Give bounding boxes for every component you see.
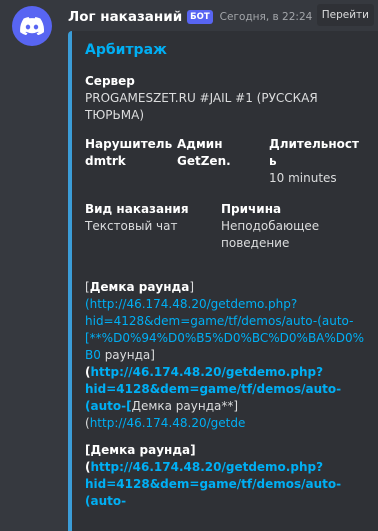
field-violator: Нарушитель dmtrk — [85, 136, 177, 187]
bot-tag: БОТ — [187, 10, 213, 24]
field-reason-value-line2: поведение — [221, 236, 290, 250]
demo-label: Демка раунда — [89, 280, 190, 294]
demo-link[interactable]: http://46.174.48.20/getde — [90, 416, 246, 430]
desc-text: Демка раунда**] — [131, 399, 239, 413]
demo-link[interactable]: hid=4128&dem=game/tf/demos/auto-(auto- — [85, 314, 353, 328]
jump-button[interactable]: Перейти — [316, 4, 374, 26]
desc-line: (http://46.174.48.20/getde — [85, 415, 366, 432]
timestamp: Сегодня, в 22:24 — [219, 11, 313, 23]
desc-line: [Демка раунда] — [85, 442, 366, 459]
field-server-name: Сервер — [85, 74, 135, 88]
desc-link-line[interactable]: (auto- — [85, 493, 366, 510]
desc-line: (http://46.174.48.20/getdemo.php? — [85, 459, 366, 476]
desc-line: B0 раунда] — [85, 347, 366, 364]
field-reason-value-line1: Неподобающее — [221, 219, 320, 233]
fields-row-2: Вид наказания Текстовый чат Причина Непо… — [85, 201, 366, 252]
field-admin-name: Админ — [177, 137, 223, 151]
field-duration-value: 10 minutes — [269, 171, 337, 185]
demo-link[interactable]: http://46.174.48.20/getdemo.php? — [90, 365, 323, 379]
desc-link-line[interactable]: [**%D0%94%D0%B5%D0%BC%D0%BA%D0% — [85, 330, 366, 347]
field-server-value-line2: ТЮРЬМА) — [85, 108, 144, 122]
demo-link[interactable]: (http://46.174.48.20/getdemo.php? — [85, 297, 297, 311]
field-duration: Длительност ь 10 minutes — [269, 136, 359, 187]
embed-description: [Демка раунда] (http://46.174.48.20/getd… — [85, 279, 366, 510]
desc-link-line[interactable]: hid=4128&dem=game/tf/demos/auto- — [85, 381, 366, 398]
field-punishment-value: Текстовый чат — [85, 219, 178, 233]
demo-link[interactable]: hid=4128&dem=game/tf/demos/auto- — [85, 382, 341, 396]
field-admin: Админ GetZen. — [177, 136, 269, 187]
demo-link[interactable]: [**%D0%94%D0%B5%D0%BC%D0%BA%D0% — [85, 331, 364, 345]
admin-link[interactable]: GetZen. — [177, 154, 231, 168]
discord-logo-icon — [20, 17, 44, 35]
field-server: Сервер PROGAMESZET.RU #JAIL #1 (РУССКАЯ … — [85, 73, 366, 124]
desc-line: (auto-[Демка раунда**] — [85, 398, 366, 415]
field-reason-name: Причина — [221, 202, 282, 216]
field-punishment: Вид наказания Текстовый чат — [85, 201, 221, 252]
field-duration-name-line1: Длительност — [269, 137, 359, 151]
demo-link[interactable]: (auto- — [85, 494, 126, 508]
field-reason: Причина Неподобающее поведение — [221, 201, 319, 252]
bracket-text: ] — [189, 280, 195, 294]
demo-link[interactable]: B0 — [85, 348, 101, 362]
field-duration-name-line2: ь — [269, 154, 277, 168]
desc-line: (http://46.174.48.20/getdemo.php? — [85, 364, 366, 381]
field-punishment-name: Вид наказания — [85, 202, 189, 216]
desc-link-line[interactable]: hid=4128&dem=game/tf/demos/auto-(auto- — [85, 313, 366, 330]
username[interactable]: Лог наказаний — [68, 9, 182, 25]
desc-text: раунда] — [100, 348, 155, 362]
fields-row-1: Нарушитель dmtrk Админ GetZen. Длительно… — [85, 136, 366, 187]
field-violator-name: Нарушитель — [85, 137, 173, 151]
desc-link-line[interactable]: hid=4128&dem=game/tf/demos/auto- — [85, 476, 366, 493]
embed: Арбитраж Сервер PROGAMESZET.RU #JAIL #1 … — [68, 31, 378, 531]
violator-link[interactable]: dmtrk — [85, 154, 126, 168]
embed-title[interactable]: Арбитраж — [85, 41, 366, 59]
demo-link[interactable]: (auto-[ — [85, 399, 132, 413]
desc-line: [Демка раунда] — [85, 279, 366, 296]
demo-link[interactable]: http://46.174.48.20/getdemo.php? — [90, 460, 323, 474]
bot-avatar[interactable] — [12, 6, 52, 46]
demo-label: [Демка раунда] — [85, 443, 196, 457]
desc-link-line[interactable]: (http://46.174.48.20/getdemo.php? — [85, 296, 366, 313]
field-server-value-line1: PROGAMESZET.RU #JAIL #1 (РУССКАЯ — [85, 91, 318, 105]
demo-link[interactable]: hid=4128&dem=game/tf/demos/auto- — [85, 477, 341, 491]
